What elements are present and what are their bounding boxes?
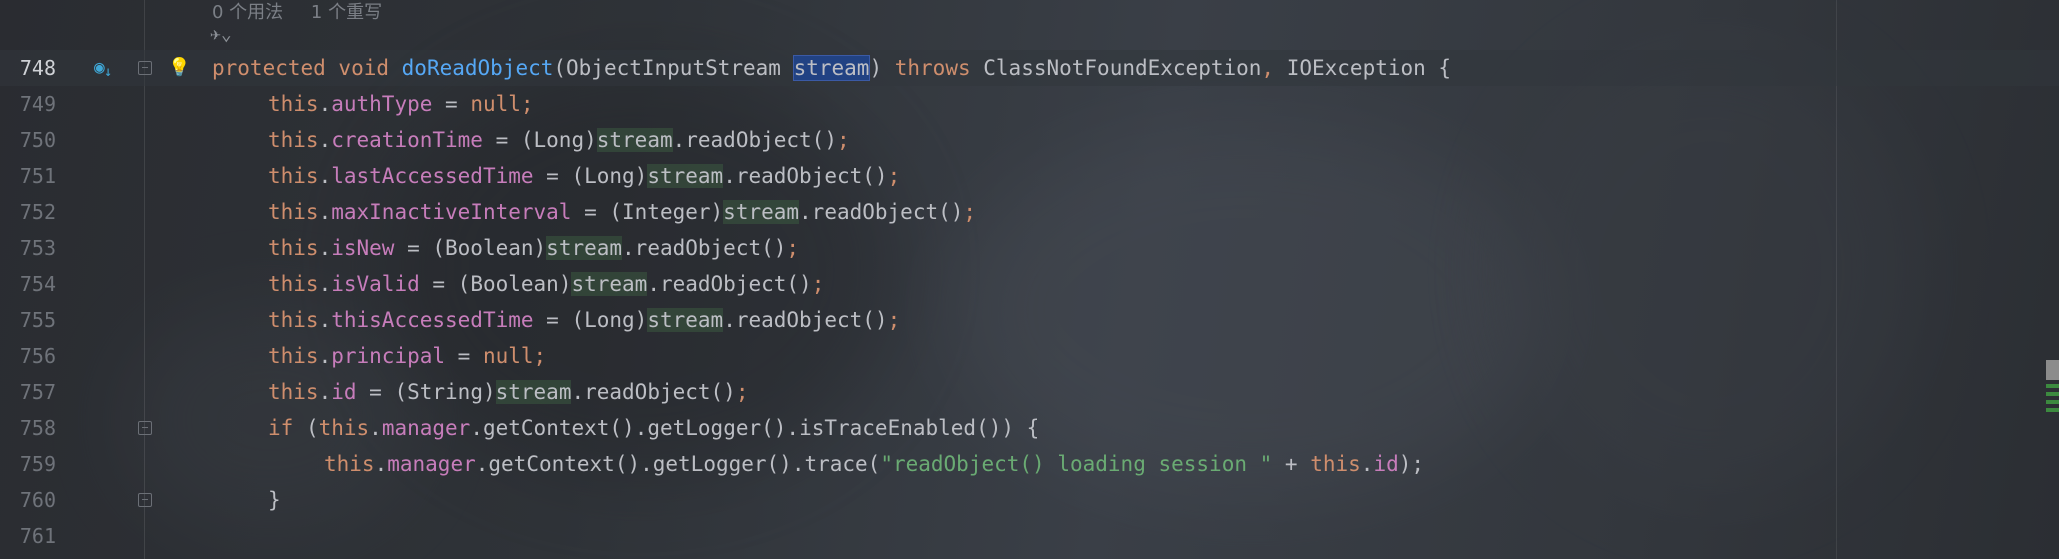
code-line[interactable]: 751 this.lastAccessedTime = (Long)stream…	[0, 158, 2059, 194]
scrollbar-markers[interactable]	[2046, 360, 2059, 440]
usage-highlight: stream	[723, 200, 800, 224]
code-text[interactable]: this.principal = null;	[268, 338, 546, 374]
code-text[interactable]: if (this.manager.getContext().getLogger(…	[268, 410, 1039, 446]
code-line[interactable]: 750 this.creationTime = (Long)stream.rea…	[0, 122, 2059, 158]
inlay-hints[interactable]: 0 个用法 1 个重写	[212, 0, 404, 24]
scroll-thumb[interactable]	[2046, 360, 2059, 380]
line-number[interactable]: 751	[0, 158, 56, 194]
arrow-down-icon: ↓	[104, 64, 113, 80]
code-line[interactable]: 758 if (this.manager.getContext().getLog…	[0, 410, 2059, 446]
code-line[interactable]: 761	[0, 518, 2059, 554]
code-text[interactable]: }	[268, 482, 281, 518]
code-line[interactable]: 757 this.id = (String)stream.readObject(…	[0, 374, 2059, 410]
usage-highlight: stream	[596, 128, 673, 152]
code-text[interactable]: this.creationTime = (Long)stream.readObj…	[268, 122, 850, 158]
code-line[interactable]: 760 }	[0, 482, 2059, 518]
line-number[interactable]: 757	[0, 374, 56, 410]
usage-marker[interactable]	[2046, 408, 2059, 412]
code-line[interactable]: 748 ◉ ↓ 💡 protected void doReadObject(Ob…	[0, 50, 2059, 86]
usage-highlight: stream	[495, 380, 572, 404]
usage-highlight: stream	[647, 308, 724, 332]
line-number[interactable]: 761	[0, 518, 56, 554]
line-number[interactable]: 748	[0, 50, 56, 86]
line-number[interactable]: 760	[0, 482, 56, 518]
selected-identifier: stream	[792, 55, 871, 81]
code-line[interactable]: 754 this.isValid = (Boolean)stream.readO…	[0, 266, 2059, 302]
fold-marker-icon[interactable]	[138, 493, 152, 507]
overrides-hint[interactable]: 1 个重写	[311, 2, 382, 23]
line-number[interactable]: 750	[0, 122, 56, 158]
line-number[interactable]: 755	[0, 302, 56, 338]
code-line[interactable]: 752 this.maxInactiveInterval = (Integer)…	[0, 194, 2059, 230]
code-line[interactable]: 756 this.principal = null;	[0, 338, 2059, 374]
line-number[interactable]: 754	[0, 266, 56, 302]
code-text[interactable]: this.maxInactiveInterval = (Integer)stre…	[268, 194, 976, 230]
usage-marker[interactable]	[2046, 400, 2059, 404]
usage-marker[interactable]	[2046, 384, 2059, 388]
fold-marker-icon[interactable]	[138, 421, 152, 435]
code-text[interactable]: this.thisAccessedTime = (Long)stream.rea…	[268, 302, 900, 338]
code-text[interactable]: this.lastAccessedTime = (Long)stream.rea…	[268, 158, 900, 194]
line-number[interactable]: 758	[0, 410, 56, 446]
usage-highlight: stream	[647, 164, 724, 188]
usage-marker[interactable]	[2046, 392, 2059, 396]
bulb-icon[interactable]: 💡	[168, 50, 190, 86]
code-line[interactable]: 749 this.authType = null;	[0, 86, 2059, 122]
usage-highlight: stream	[546, 236, 623, 260]
line-number[interactable]: 753	[0, 230, 56, 266]
code-text[interactable]: this.manager.getContext().getLogger().tr…	[324, 446, 1424, 482]
line-number[interactable]: 756	[0, 338, 56, 374]
code-text[interactable]: this.id = (String)stream.readObject();	[268, 374, 749, 410]
code-line[interactable]: 753 this.isNew = (Boolean)stream.readObj…	[0, 230, 2059, 266]
line-number[interactable]: 749	[0, 86, 56, 122]
line-number[interactable]: 752	[0, 194, 56, 230]
fold-marker-icon[interactable]	[138, 61, 152, 75]
code-text[interactable]: this.authType = null;	[268, 86, 534, 122]
ai-assistant-icon[interactable]: ✈⌄	[210, 24, 232, 45]
code-text[interactable]: this.isNew = (Boolean)stream.readObject(…	[268, 230, 799, 266]
code-text[interactable]: protected void doReadObject(ObjectInputS…	[212, 50, 1451, 86]
usage-highlight: stream	[571, 272, 648, 296]
line-number[interactable]: 759	[0, 446, 56, 482]
usages-hint[interactable]: 0 个用法	[212, 2, 283, 23]
code-text[interactable]: this.isValid = (Boolean)stream.readObjec…	[268, 266, 824, 302]
code-line[interactable]: 755 this.thisAccessedTime = (Long)stream…	[0, 302, 2059, 338]
code-line[interactable]: 759 this.manager.getContext().getLogger(…	[0, 446, 2059, 482]
